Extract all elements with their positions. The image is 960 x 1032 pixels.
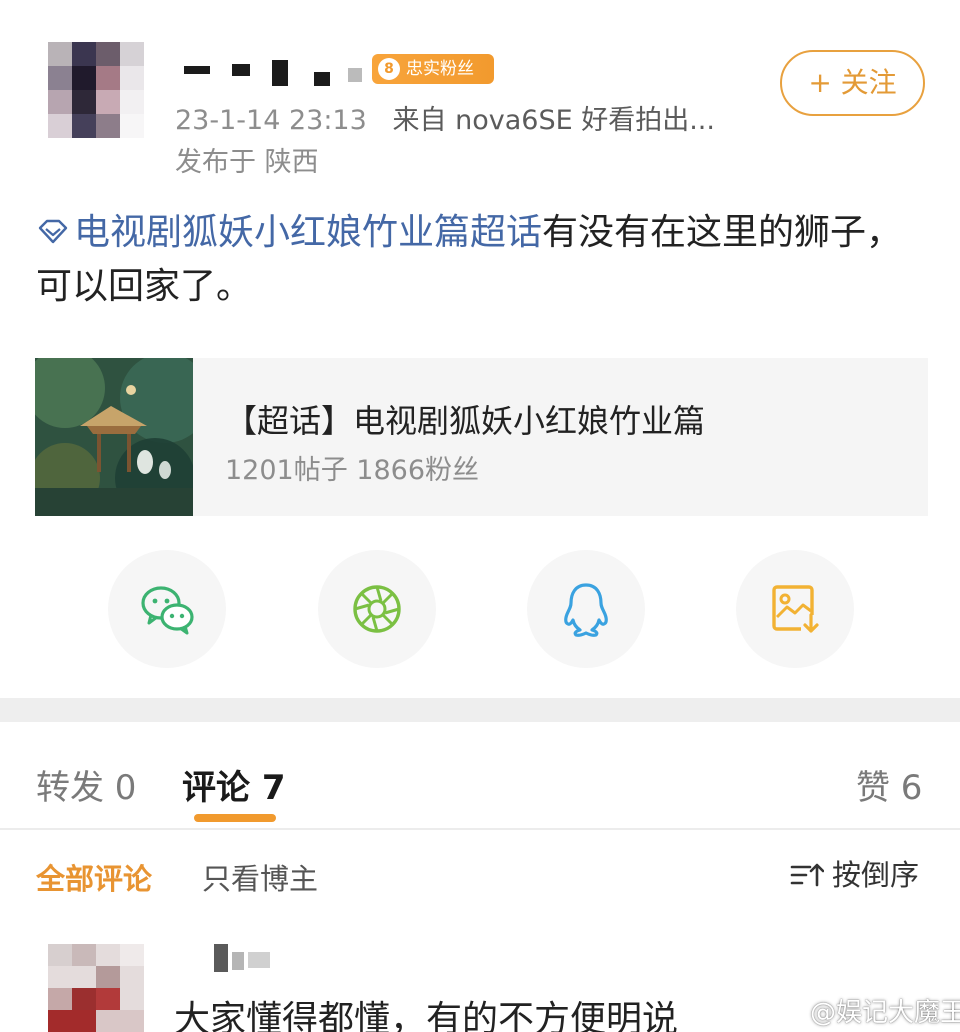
author-name-redacted[interactable]: [178, 56, 368, 86]
sort-label: 按倒序: [832, 858, 920, 892]
post-location: 发布于 陕西: [175, 147, 319, 178]
super-topic-card[interactable]: 【超话】电视剧狐妖小红娘竹业篇 1201帖子 1866粉丝: [35, 358, 928, 516]
loyal-fan-badge: 8 忠实粉丝: [372, 54, 494, 84]
moments-icon: [353, 585, 401, 633]
post-meta: 23-1-14 23:13 来自 nova6SE 好看拍出...: [175, 98, 715, 137]
comment-filter-bar: 全部评论 只看博主 按倒序: [0, 830, 960, 920]
tab-repost[interactable]: 转发 0: [36, 760, 136, 809]
save-image-button[interactable]: [736, 550, 854, 668]
super-topic-text[interactable]: 电视剧狐妖小红娘竹业篇超话: [74, 212, 542, 253]
wechat-icon: [141, 586, 194, 635]
active-tab-indicator: [194, 814, 276, 822]
post-source[interactable]: 来自 nova6SE 好看拍出...: [393, 105, 715, 136]
qq-icon: [564, 583, 608, 637]
save-image-icon: [772, 585, 821, 635]
follow-button[interactable]: + 关注: [780, 50, 925, 116]
commenter-avatar[interactable]: [48, 944, 144, 1032]
fan-badge-label: 忠实粉丝: [406, 59, 474, 79]
sort-icon: [790, 863, 825, 887]
share-qq-button[interactable]: [527, 550, 645, 668]
interaction-tabs: 转发 0 评论 7 赞 6: [0, 722, 960, 830]
super-topic-icon: [38, 219, 68, 244]
author-avatar[interactable]: [48, 42, 144, 138]
tab-likes[interactable]: 赞 6: [856, 760, 922, 809]
share-wechat-button[interactable]: [108, 550, 226, 668]
super-topic-link[interactable]: 电视剧狐妖小红娘竹业篇超话: [36, 212, 542, 253]
filter-all-comments[interactable]: 全部评论: [36, 856, 152, 898]
weibo-logo-icon: [779, 1002, 807, 1024]
fan-level-icon: 8: [378, 58, 400, 80]
section-divider: [0, 698, 960, 722]
topic-thumbnail: [35, 358, 193, 516]
weibo-watermark: @娱记大魔王: [778, 992, 960, 1029]
topic-card-stats: 1201帖子 1866粉丝: [225, 455, 480, 486]
share-moments-button[interactable]: [318, 550, 436, 668]
topic-card-title: 【超话】电视剧狐妖小红娘竹业篇: [225, 402, 706, 440]
sort-order-button[interactable]: 按倒序: [790, 852, 919, 894]
tab-comments[interactable]: 评论 7: [182, 760, 286, 809]
commenter-name-redacted[interactable]: [210, 942, 280, 972]
filter-author-only[interactable]: 只看博主: [202, 856, 318, 898]
watermark-text: @娱记大魔王: [810, 998, 960, 1028]
post-content: 电视剧狐妖小红娘竹业篇超话有没有在这里的狮子，可以回家了。: [36, 206, 936, 314]
comment-text: 大家懂得都懂，有的不方便明说: [174, 999, 679, 1032]
weibo-post: 8 忠实粉丝 23-1-14 23:13 来自 nova6SE 好看拍出... …: [0, 0, 960, 698]
post-timestamp: 23-1-14 23:13: [175, 105, 367, 136]
